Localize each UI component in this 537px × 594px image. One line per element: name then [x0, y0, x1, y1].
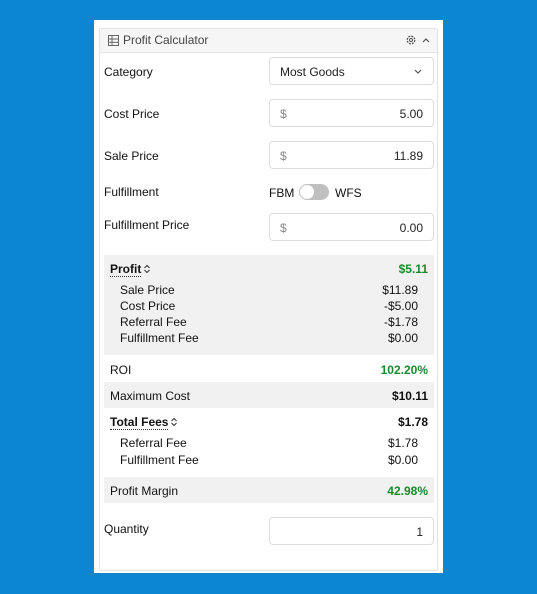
panel-header[interactable]: Profit Calculator [100, 29, 437, 53]
fulfillment-label: Fulfillment [104, 185, 159, 199]
max-cost-row: Maximum Cost $10.11 [104, 387, 434, 405]
quantity-label: Quantity [104, 522, 149, 536]
max-cost-label: Maximum Cost [110, 389, 191, 403]
roi-label: ROI [110, 363, 132, 377]
sort-icon[interactable] [170, 417, 178, 427]
breakdown-value: $11.89 [382, 283, 418, 297]
breakdown-label: Cost Price [120, 299, 176, 313]
breakdown-label: Referral Fee [120, 436, 187, 450]
profit-label: Profit [110, 262, 142, 277]
breakdown-label: Fulfillment Fee [120, 331, 199, 345]
calculator-card: Profit Calculator Category Most Goods Co… [99, 28, 438, 571]
fees-breakdown-row: Fulfillment Fee $0.00 [104, 451, 434, 469]
cost-price-value: 5.00 [399, 107, 423, 121]
fulfillment-toggle[interactable] [299, 184, 329, 200]
sale-price-input[interactable]: $ 11.89 [269, 141, 434, 169]
wfs-option-label: WFS [335, 186, 362, 200]
fulfillment-price-input[interactable]: $ 0.00 [269, 213, 434, 241]
toggle-knob [300, 185, 314, 199]
currency-symbol: $ [280, 149, 287, 163]
category-label: Category [104, 65, 153, 79]
total-fees-value: $1.78 [397, 415, 428, 429]
currency-symbol: $ [280, 107, 287, 121]
panel-title: Profit Calculator [123, 33, 209, 47]
roi-row: ROI 102.20% [104, 361, 434, 379]
cost-price-label: Cost Price [104, 107, 160, 121]
sale-price-label: Sale Price [104, 149, 159, 163]
breakdown-value: $1.78 [387, 436, 418, 450]
total-fees-label: Total Fees [110, 415, 169, 430]
category-select[interactable]: Most Goods [269, 57, 434, 85]
breakdown-value: -$1.78 [383, 315, 418, 329]
quantity-input[interactable]: 1 [269, 517, 434, 545]
breakdown-label: Referral Fee [120, 315, 187, 329]
profit-value: $5.11 [398, 262, 428, 276]
table-icon [108, 35, 119, 46]
profit-row[interactable]: Profit $5.11 [104, 260, 434, 278]
fees-breakdown-row: Referral Fee $1.78 [104, 434, 434, 452]
fulfillment-price-label: Fulfillment Price [104, 218, 190, 232]
fbm-option-label: FBM [269, 186, 295, 200]
profit-margin-row: Profit Margin 42.98% [104, 482, 434, 500]
category-value: Most Goods [280, 65, 345, 79]
chevron-up-icon[interactable] [421, 35, 431, 45]
sort-icon[interactable] [143, 264, 151, 274]
cost-price-input[interactable]: $ 5.00 [269, 99, 434, 127]
chevron-down-icon [414, 69, 422, 74]
quantity-value: 1 [416, 525, 423, 539]
breakdown-value: $0.00 [387, 453, 418, 467]
fulfillment-price-value: 0.00 [399, 221, 423, 235]
roi-value: 102.20% [380, 363, 428, 377]
breakdown-value: -$5.00 [383, 299, 418, 313]
profit-margin-value: 42.98% [387, 484, 428, 498]
max-cost-value: $10.11 [391, 389, 428, 403]
currency-symbol: $ [280, 221, 287, 235]
breakdown-value: $0.00 [387, 331, 418, 345]
profit-margin-label: Profit Margin [110, 484, 179, 498]
gear-icon[interactable] [405, 34, 417, 46]
total-fees-row[interactable]: Total Fees $1.78 [104, 413, 434, 431]
profit-breakdown-row: Fulfillment Fee $0.00 [104, 329, 434, 347]
profit-calculator-panel: Profit Calculator Category Most Goods Co… [94, 20, 443, 573]
breakdown-label: Sale Price [120, 283, 175, 297]
sale-price-value: 11.89 [393, 149, 423, 163]
breakdown-label: Fulfillment Fee [120, 453, 199, 467]
